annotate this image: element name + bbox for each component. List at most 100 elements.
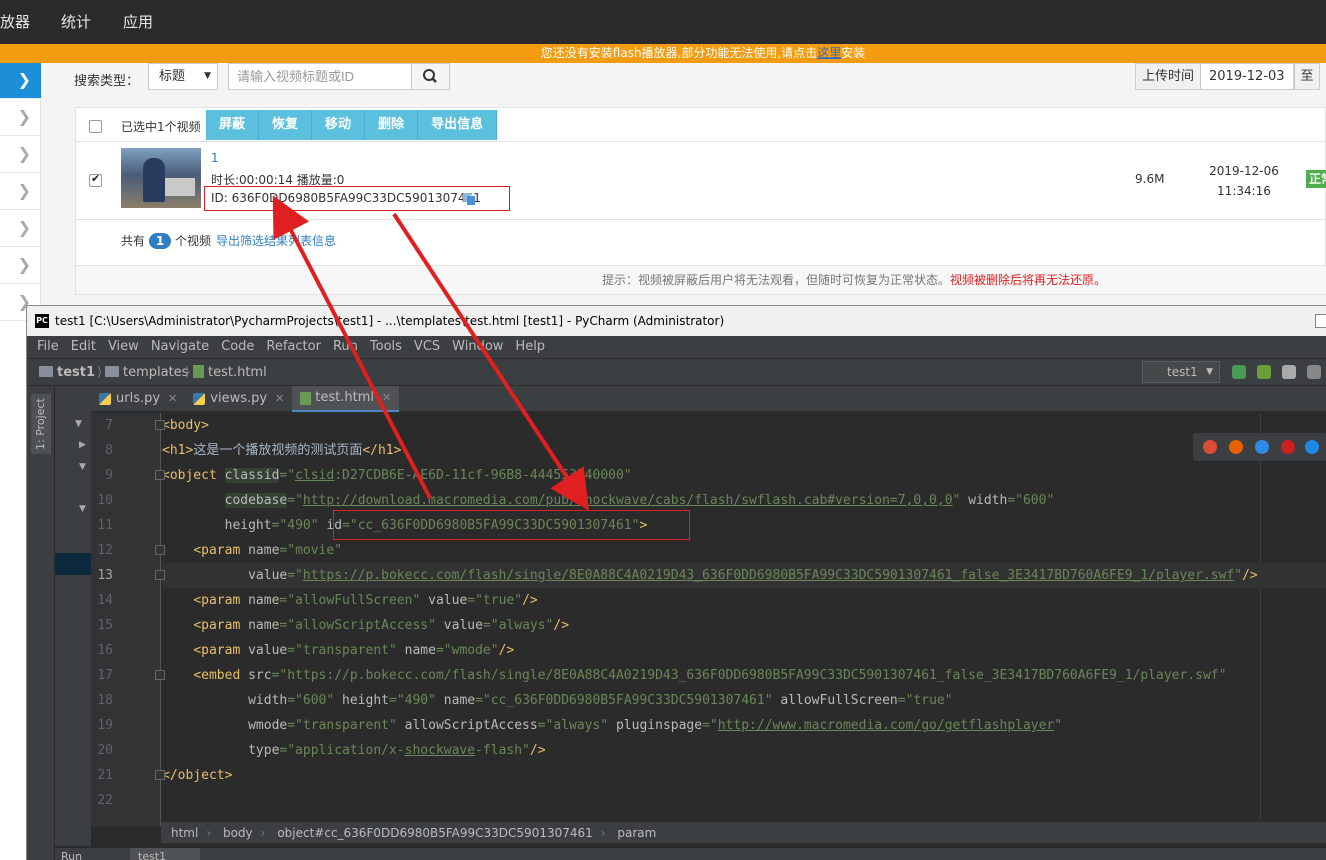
menu-tools[interactable]: Tools: [370, 336, 402, 358]
line-number: 9: [105, 468, 113, 483]
tab-views-py[interactable]: views.py ✕: [185, 386, 292, 412]
search-type-label: 搜索类型：: [74, 74, 140, 89]
video-upload-datetime: 2019-12-06 11:34:16: [1204, 161, 1284, 201]
flash-install-link[interactable]: 这里: [817, 46, 841, 60]
close-icon[interactable]: ✕: [275, 386, 284, 412]
sidebar-item[interactable]: ❯: [0, 100, 41, 136]
line-number: 8: [105, 443, 113, 458]
menu-vcs[interactable]: VCS: [414, 336, 440, 358]
tab-test-html[interactable]: test.html ✕: [292, 385, 400, 412]
line-number: 21: [97, 768, 113, 783]
fold-marker-icon[interactable]: [155, 470, 165, 480]
struct-crumb[interactable]: body: [223, 826, 253, 840]
divider: [76, 219, 1326, 220]
pycharm-logo-icon: PC: [35, 314, 49, 328]
nav-item-player[interactable]: 放器: [0, 11, 30, 32]
row-checkbox[interactable]: [89, 172, 102, 187]
menu-edit[interactable]: Edit: [71, 336, 96, 358]
menu-code[interactable]: Code: [221, 336, 254, 358]
safari-icon[interactable]: [1255, 440, 1269, 454]
menu-navigate[interactable]: Navigate: [151, 336, 209, 358]
sidebar-item-active[interactable]: ❯: [0, 63, 41, 99]
firefox-icon[interactable]: [1229, 440, 1243, 454]
struct-crumb[interactable]: object#cc_636F0DD6980B5FA99C33DC59013074…: [277, 826, 592, 840]
window-title-bar: PC test1 [C:\Users\Administrator\Pycharm…: [27, 306, 1326, 336]
navigation-bar: test1 ⟩ templates ⟩ test.html test1 ▼: [27, 358, 1326, 386]
fold-marker-icon[interactable]: [155, 545, 165, 555]
fold-marker-icon[interactable]: [155, 770, 165, 780]
run-config-select[interactable]: test1 ▼: [1142, 361, 1220, 383]
menu-view[interactable]: View: [108, 336, 139, 358]
menu-file[interactable]: File: [37, 336, 59, 358]
collapse-triangle-icon[interactable]: ▶: [79, 440, 86, 450]
code-line: </object>: [162, 768, 233, 783]
line-number: 22: [97, 793, 113, 808]
fold-marker-icon[interactable]: [155, 670, 165, 680]
rerun-icon[interactable]: [1232, 365, 1246, 379]
line-number: 16: [97, 643, 113, 658]
chrome-icon[interactable]: [1203, 440, 1217, 454]
date-from-input[interactable]: 2019-12-03: [1200, 63, 1294, 90]
maximize-icon[interactable]: [1315, 314, 1326, 328]
nav-crumb-project[interactable]: test1: [39, 365, 95, 380]
nav-item-stats[interactable]: 统计: [61, 11, 91, 32]
flash-notice-suffix: 安装: [841, 46, 866, 60]
video-time: 11:34:16: [1217, 184, 1271, 198]
debug-icon[interactable]: [1257, 365, 1271, 379]
menu-run[interactable]: Run: [333, 336, 358, 358]
close-icon[interactable]: ✕: [382, 385, 391, 411]
ie-icon[interactable]: [1305, 440, 1319, 454]
run-tab-test1[interactable]: test1: [130, 848, 200, 860]
search-button[interactable]: [411, 63, 450, 90]
chevron-right-icon: ❯: [17, 107, 31, 126]
menu-refactor[interactable]: Refactor: [266, 336, 321, 358]
struct-crumb[interactable]: html: [171, 826, 198, 840]
fold-marker-icon[interactable]: [155, 570, 165, 580]
sidebar-item[interactable]: ❯: [0, 211, 41, 247]
block-button[interactable]: 屏蔽: [206, 110, 260, 140]
export-info-button[interactable]: 导出信息: [418, 110, 498, 140]
profile-icon[interactable]: [1307, 365, 1321, 379]
move-button[interactable]: 移动: [312, 110, 366, 140]
expand-triangle-icon[interactable]: ▼: [79, 504, 86, 514]
project-tool-tab[interactable]: 1: Project: [31, 394, 51, 454]
python-file-icon: [99, 393, 111, 405]
line-number: 11: [97, 518, 113, 533]
export-results-link[interactable]: 导出筛选结果列表信息: [216, 232, 336, 249]
select-all-checkbox[interactable]: [89, 120, 102, 133]
nav-item-apps[interactable]: 应用: [123, 11, 153, 32]
video-title-link[interactable]: 1: [211, 151, 219, 165]
fold-marker-icon[interactable]: [155, 420, 165, 430]
line-number: 10: [97, 493, 113, 508]
menu-window[interactable]: Window: [452, 336, 503, 358]
expand-triangle-icon[interactable]: ▼: [79, 462, 86, 472]
restore-button[interactable]: 恢复: [259, 110, 313, 140]
tab-urls-py[interactable]: urls.py ✕: [91, 386, 185, 412]
action-button-group: 屏蔽 恢复 移动 删除 导出信息: [206, 110, 498, 140]
chevron-right-icon: ❯: [17, 218, 31, 237]
code-editor[interactable]: <body> <h1>这是一个播放视频的测试页面</h1> <object cl…: [162, 413, 1326, 826]
coverage-icon[interactable]: [1282, 365, 1296, 379]
search-input[interactable]: [228, 63, 412, 90]
pycharm-window: PC test1 [C:\Users\Administrator\Pycharm…: [26, 305, 1326, 860]
selected-count-text: 已选中1个视频: [121, 120, 201, 134]
code-line: <embed src="https://p.bokecc.com/flash/s…: [193, 668, 1227, 683]
expand-triangle-icon[interactable]: ▼: [75, 419, 82, 429]
delete-button[interactable]: 删除: [365, 110, 419, 140]
date-to-label: 至: [1294, 63, 1320, 90]
struct-crumb[interactable]: param: [617, 826, 656, 840]
selected-tree-item[interactable]: [55, 553, 91, 575]
sidebar-item[interactable]: ❯: [0, 137, 41, 173]
sidebar-item[interactable]: ❯: [0, 174, 41, 210]
opera-icon[interactable]: [1281, 440, 1295, 454]
video-thumbnail[interactable]: [121, 148, 201, 208]
run-tool-tab[interactable]: Run: [61, 850, 82, 860]
nav-crumb-file[interactable]: test.html: [193, 365, 267, 380]
nav-crumb-templates[interactable]: templates: [105, 365, 188, 380]
close-icon[interactable]: ✕: [168, 386, 177, 412]
search-type-select[interactable]: 标题 ▼: [148, 63, 218, 90]
sidebar-item[interactable]: ❯: [0, 248, 41, 284]
project-panel: ▼ ▶ ▼ ▼: [55, 386, 91, 846]
menu-help[interactable]: Help: [515, 336, 545, 358]
